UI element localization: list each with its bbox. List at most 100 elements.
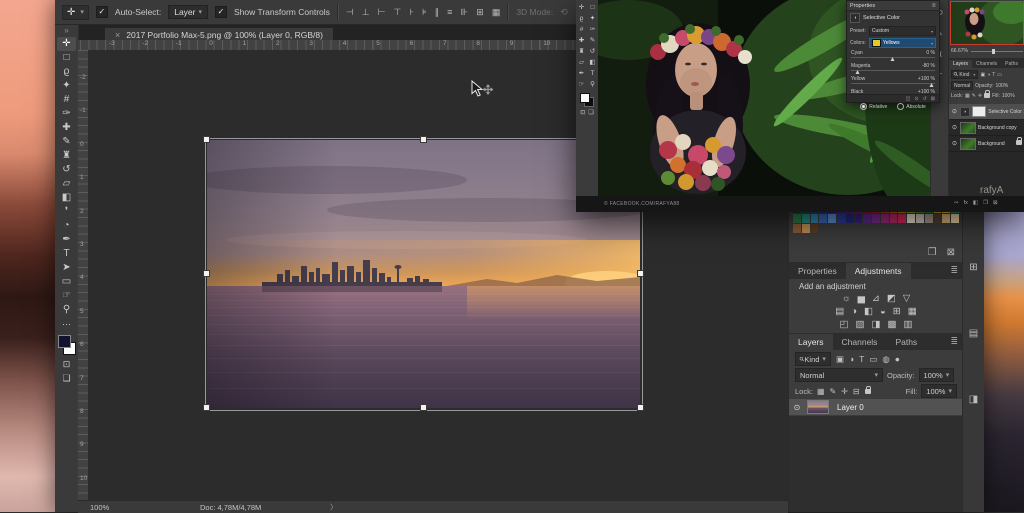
distribute-center-icon[interactable]: ≡ (447, 7, 452, 18)
tab-adjustments[interactable]: Adjustments (846, 263, 911, 279)
adj-levels-icon[interactable]: ▅ (858, 293, 865, 304)
adj-posterize-icon[interactable]: ▧ (856, 319, 865, 330)
opacity-field[interactable]: 100% ▾ (919, 368, 955, 382)
blend-mode-dropdown[interactable]: Normal (951, 81, 973, 90)
tool-pen[interactable]: ✒ (57, 233, 76, 247)
fw-history-brush-icon[interactable]: ↺ (587, 46, 598, 57)
preset-dropdown[interactable]: Custom ▾ (869, 26, 936, 36)
fw-screen-mode-icon[interactable]: ❏ (588, 109, 593, 116)
layer-row-layer-0[interactable]: ⊙ Layer 0 (789, 399, 963, 415)
tab-layers[interactable]: Layers (949, 60, 972, 68)
align-left-icon[interactable]: ⊣ (346, 7, 354, 18)
align-center-h-icon[interactable]: ⊥ (362, 7, 370, 18)
swatch[interactable] (907, 214, 915, 223)
panel-menu-icon[interactable]: ≣ (950, 336, 958, 350)
tool-eyedropper[interactable]: ✑ (57, 107, 76, 121)
tab-channels[interactable]: Channels (833, 334, 887, 350)
opacity-value[interactable]: 100% (995, 83, 1008, 89)
tool-move[interactable]: ✛ (57, 37, 76, 51)
tool-path-selection[interactable]: ➤ (57, 261, 76, 275)
layer-row-background[interactable]: ⊙Background (949, 136, 1024, 152)
clip-to-layer-icon[interactable]: ◫ (906, 96, 911, 102)
fw-brush-icon[interactable]: ✎ (587, 35, 598, 46)
tool-dodge[interactable]: ◔ (57, 219, 76, 233)
panel-info-icon[interactable]: ◨ (969, 394, 978, 405)
swatch[interactable] (793, 214, 801, 223)
tool-clone-stamp[interactable]: ♜ (57, 149, 76, 163)
tab-paths[interactable]: Paths (1001, 60, 1022, 68)
swatch[interactable] (863, 214, 871, 223)
tool-zoom[interactable]: ⚲ (57, 303, 76, 317)
layer-mask-thumbnail[interactable] (972, 106, 987, 117)
tool-quick-mask[interactable]: ⊡ (57, 357, 76, 371)
filter-type-icon[interactable]: T (859, 354, 864, 365)
fw-gradient-icon[interactable]: ◧ (587, 57, 598, 68)
layer-thumbnail[interactable] (807, 400, 829, 414)
swatch[interactable] (846, 214, 854, 223)
adj-vibrance-icon[interactable]: ▽ (903, 293, 910, 304)
align-top-icon[interactable]: ⊤ (393, 7, 401, 18)
adj-black-white-icon[interactable]: ◧ (864, 306, 873, 317)
tool-crop[interactable]: # (57, 93, 76, 107)
distribute-spacing-icon[interactable]: ⊞ (476, 7, 484, 18)
panel-libraries-icon[interactable]: ▤ (969, 328, 978, 339)
filter-pixel-icon[interactable]: ▣ (836, 354, 844, 365)
layer-visibility-icon[interactable]: ⊙ (951, 108, 958, 115)
adj-gradient-map-icon[interactable]: ▩ (887, 319, 896, 330)
fw-lock-position-icon[interactable]: ✛ (978, 93, 982, 99)
tool-rectangle-shape[interactable]: ▭ (57, 275, 76, 289)
fw-hand-icon[interactable]: ☞ (576, 79, 587, 90)
fw-clone-stamp-icon[interactable]: ♜ (576, 46, 587, 57)
adj-hue-saturation-icon[interactable]: ▤ (835, 306, 844, 317)
navigator-zoom-slider[interactable] (971, 51, 1023, 52)
filter-adjustment-icon[interactable]: ◑ (849, 354, 854, 365)
distribute-right-icon[interactable]: ⊪ (460, 7, 468, 18)
swatch[interactable] (802, 224, 810, 233)
align-bottom-icon[interactable]: ⊧ (422, 7, 427, 18)
tool-type[interactable]: T (57, 247, 76, 261)
tool-screen-mode[interactable]: ❏ (57, 371, 76, 385)
transform-handle-bottom-right[interactable] (637, 404, 644, 411)
relative-radio[interactable]: Relative (860, 103, 887, 110)
adj-threshold-icon[interactable]: ◨ (872, 319, 881, 330)
adj-brightness-contrast-icon[interactable]: ☼ (842, 293, 851, 304)
layer-visibility-icon[interactable]: ⊙ (789, 403, 805, 412)
adj-color-balance-icon[interactable]: ◑ (851, 306, 857, 317)
adj-selective-color-icon[interactable]: ▥ (903, 319, 912, 330)
swatch[interactable] (811, 224, 819, 233)
filter-shape-icon[interactable]: ▭ (869, 354, 877, 365)
toggle-visibility-icon[interactable]: ⊙ (914, 96, 918, 102)
panel-menu-icon[interactable]: ≣ (950, 265, 958, 279)
swatch[interactable] (793, 224, 801, 233)
foreground-color-swatch[interactable] (580, 93, 590, 103)
align-right-icon[interactable]: ⊢ (378, 7, 386, 18)
swatch[interactable] (828, 214, 836, 223)
status-chevron-icon[interactable]: 〉 (330, 502, 338, 513)
swatch[interactable] (951, 214, 959, 223)
lock-artboard-icon[interactable]: ⊟ (853, 387, 860, 396)
swatch[interactable] (837, 214, 845, 223)
tool-gradient[interactable]: ◧ (57, 191, 76, 205)
layer-visibility-icon[interactable]: ⊙ (951, 124, 958, 131)
floating-color-swatches[interactable] (580, 93, 594, 107)
filter-toggle-icon[interactable]: ● (895, 354, 900, 365)
delete-layer-icon[interactable]: ⊠ (993, 200, 998, 206)
navigator-zoom-value[interactable]: 66.67% (951, 48, 968, 54)
link-layers-icon[interactable]: ∾ (954, 200, 959, 206)
reset-adjustment-icon[interactable]: ↺ (923, 96, 927, 102)
lock-pixels-icon[interactable]: ✎ (830, 387, 837, 396)
panel-header-icons[interactable]: ≣ (932, 3, 936, 9)
swatch[interactable] (898, 214, 906, 223)
fill-field[interactable]: 100% ▾ (921, 384, 957, 398)
swatch[interactable] (802, 214, 810, 223)
swatch[interactable] (872, 214, 880, 223)
fw-lock-transparent-icon[interactable]: ▦ (965, 93, 970, 99)
transform-handle-top-left[interactable] (203, 136, 210, 143)
layer-row-selective-color-1[interactable]: ⊙◑Selective Color 1 (949, 104, 1024, 120)
tool-brush[interactable]: ✎ (57, 135, 76, 149)
add-mask-icon[interactable]: ◧ (973, 200, 978, 206)
blend-mode-dropdown[interactable]: Normal ▾ (795, 368, 883, 382)
slider-yellow[interactable]: Yellow+100 % (847, 75, 939, 88)
transform-handle-right[interactable] (637, 270, 644, 277)
fw-crop-icon[interactable]: # (576, 24, 587, 35)
